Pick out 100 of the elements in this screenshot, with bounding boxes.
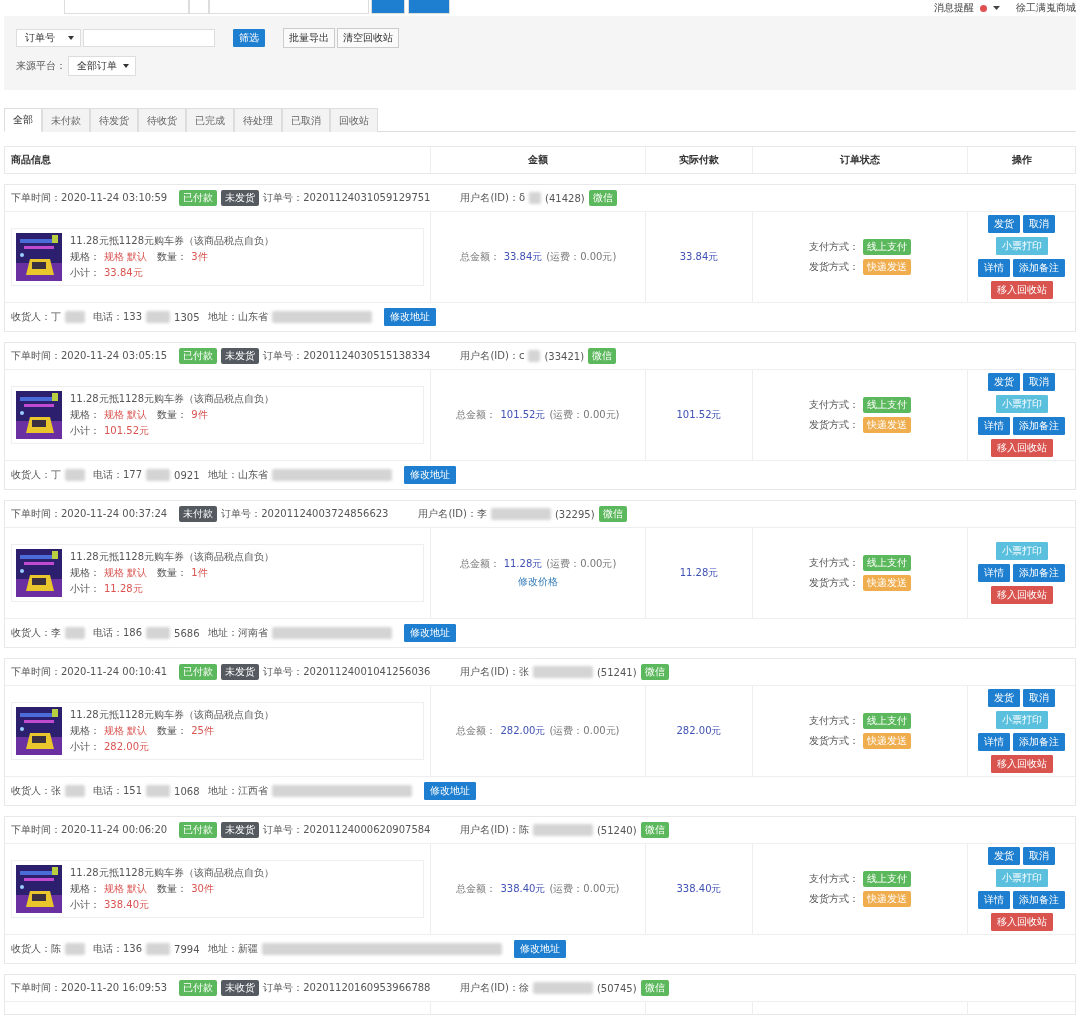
status-badge: 已付款	[179, 190, 218, 206]
total-amount: 33.84元	[503, 250, 543, 264]
action-button[interactable]: 添加备注	[1013, 259, 1065, 277]
user-name: 用户名(ID)：张	[460, 665, 529, 679]
payment-label: 支付方式：	[809, 398, 859, 412]
tab[interactable]: 已取消	[282, 108, 330, 132]
spec-label: 规格：	[70, 724, 100, 738]
shipping-badge: 快递发送	[863, 575, 911, 591]
order-time: 下单时间：2020-11-24 03:05:15	[11, 349, 168, 363]
action-button[interactable]: 添加备注	[1013, 417, 1065, 435]
total-amount: 11.28元	[503, 557, 543, 571]
order-time: 下单时间：2020-11-24 00:06:20	[11, 823, 168, 837]
action-button[interactable]: 取消	[1023, 689, 1055, 707]
phone-end: 1305	[174, 311, 200, 323]
column-header: 操作	[1011, 153, 1032, 167]
tab[interactable]: 待收货	[138, 108, 186, 132]
order-number: 订单号：20201124031059129751	[263, 191, 431, 205]
shipping-label: 发货方式：	[809, 734, 859, 748]
phone-start: 电话：186	[93, 626, 143, 640]
tab[interactable]: 回收站	[330, 108, 378, 132]
action-button[interactable]: 详情	[978, 417, 1010, 435]
phone-start: 电话：136	[93, 942, 143, 956]
action-button[interactable]: 取消	[1023, 373, 1055, 391]
spec-value: 规格 默认	[104, 408, 148, 422]
edit-address-button[interactable]: 修改地址	[513, 940, 566, 958]
subtotal-label: 小计：	[70, 582, 100, 596]
user-name: 用户名(ID)：李	[418, 507, 487, 521]
action-button[interactable]: 移入回收站	[990, 755, 1053, 773]
search-type-select[interactable]: 订单号	[16, 29, 81, 47]
action-button[interactable]: 详情	[978, 733, 1010, 751]
action-button[interactable]: 移入回收站	[990, 913, 1053, 931]
spec-label: 规格：	[70, 566, 100, 580]
payment-label: 支付方式：	[809, 714, 859, 728]
tab[interactable]: 未付款	[42, 108, 90, 132]
button[interactable]	[408, 0, 450, 14]
source-select[interactable]: 全部订单	[68, 56, 136, 76]
status-badge: 已付款	[179, 822, 218, 838]
redaction-blur	[146, 785, 171, 797]
edit-address-button[interactable]: 修改地址	[383, 308, 436, 326]
tab[interactable]: 待发货	[90, 108, 138, 132]
payment-badge: 线上支付	[863, 397, 911, 413]
phone-start: 电话：177	[93, 468, 143, 482]
tab[interactable]: 待处理	[234, 108, 282, 132]
action-button[interactable]: 移入回收站	[990, 586, 1053, 604]
tab[interactable]: 已完成	[186, 108, 234, 132]
action-button[interactable]: 取消	[1023, 215, 1055, 233]
search-field[interactable]	[83, 29, 215, 47]
input-field[interactable]	[64, 0, 189, 14]
input-field[interactable]	[189, 0, 209, 14]
channel-badge: 微信	[640, 822, 669, 838]
shop-name[interactable]: 徐工满嵬商城	[1016, 1, 1076, 15]
clear-recycle-button[interactable]: 清空回收站	[337, 28, 399, 48]
order-number: 订单号：20201124000620907584	[263, 823, 431, 837]
action-button[interactable]: 发货	[988, 847, 1020, 865]
action-button[interactable]: 详情	[978, 564, 1010, 582]
payment-label: 支付方式：	[809, 556, 859, 570]
action-button[interactable]: 添加备注	[1013, 733, 1065, 751]
action-button[interactable]: 添加备注	[1013, 564, 1065, 582]
button[interactable]	[371, 0, 405, 14]
shipping-label: 发货方式：	[809, 418, 859, 432]
user-id: (51241)	[596, 666, 637, 678]
edit-address-button[interactable]: 修改地址	[423, 782, 476, 800]
edit-price-link[interactable]: 修改价格	[518, 575, 558, 589]
address-text: 地址：新疆	[207, 942, 258, 956]
action-button[interactable]: 添加备注	[1013, 891, 1065, 909]
action-button[interactable]: 取消	[1023, 847, 1055, 865]
phone-end: 7994	[174, 943, 200, 955]
action-button[interactable]: 移入回收站	[990, 281, 1053, 299]
notice-label[interactable]: 消息提醒	[934, 1, 974, 15]
action-button[interactable]: 移入回收站	[990, 439, 1053, 457]
payment-badge: 线上支付	[863, 871, 911, 887]
address-text: 地址：江西省	[207, 784, 268, 798]
subtotal-label: 小计：	[70, 424, 100, 438]
action-button[interactable]: 详情	[978, 891, 1010, 909]
total-label: 总金额：	[456, 408, 497, 422]
order-number: 订单号：20201120160953966788	[263, 981, 431, 995]
export-button[interactable]: 批量导出	[283, 28, 335, 48]
payment-badge: 线上支付	[863, 555, 911, 571]
action-button[interactable]: 详情	[978, 259, 1010, 277]
product-title: 11.28元抵1128元购车券（该商品税点自负）	[70, 234, 275, 248]
input-field[interactable]	[209, 0, 369, 14]
quantity-label: 数量：	[157, 724, 188, 738]
filter-button[interactable]: 筛选	[233, 29, 265, 47]
subtotal-label: 小计：	[70, 898, 100, 912]
subtotal-label: 小计：	[70, 266, 100, 280]
action-button[interactable]: 发货	[988, 689, 1020, 707]
action-button[interactable]: 发货	[988, 215, 1020, 233]
edit-address-button[interactable]: 修改地址	[403, 466, 456, 484]
redaction-blur	[532, 824, 593, 836]
status-badge: 已付款	[179, 980, 218, 996]
spec-value: 规格 默认	[104, 882, 148, 896]
edit-address-button[interactable]: 修改地址	[403, 624, 456, 642]
tab[interactable]: 全部	[4, 108, 42, 132]
freight-text: (运费：0.00元)	[549, 724, 620, 738]
user-name: 用户名(ID)：徐	[460, 981, 529, 995]
order-time: 下单时间：2020-11-24 03:10:59	[11, 191, 168, 205]
product-title: 11.28元抵1128元购车券（该商品税点自负）	[70, 708, 275, 722]
action-button[interactable]: 发货	[988, 373, 1020, 391]
payment-label: 支付方式：	[809, 240, 859, 254]
user-name: 用户名(ID)：陈	[460, 823, 529, 837]
